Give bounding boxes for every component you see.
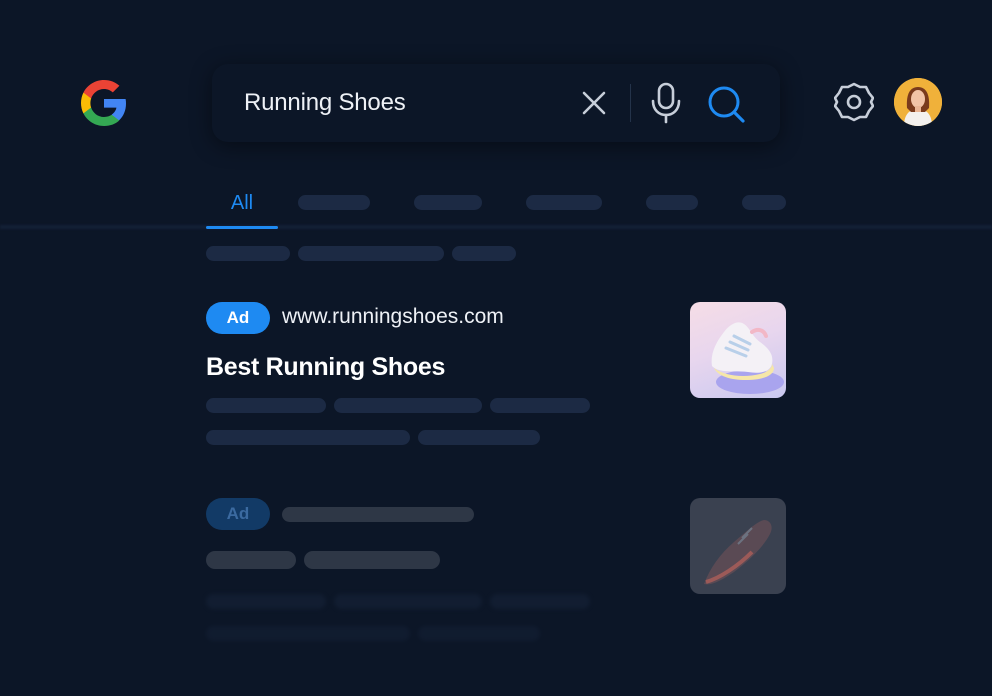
shoe-image-icon — [704, 520, 772, 585]
microphone-icon[interactable] — [648, 82, 684, 124]
user-avatar-icon — [894, 78, 942, 126]
result-url[interactable]: www.runningshoes.com — [282, 304, 504, 330]
avatar[interactable] — [894, 78, 942, 126]
ad-badge: Ad — [206, 302, 270, 334]
tab-placeholder[interactable] — [646, 195, 698, 210]
tab-placeholder[interactable] — [414, 195, 482, 210]
title-placeholder — [304, 551, 440, 569]
snippet-placeholder — [418, 626, 540, 641]
tab-active-indicator — [206, 226, 278, 229]
filter-placeholder — [298, 246, 444, 261]
result-title[interactable]: Best Running Shoes — [206, 352, 445, 382]
search-divider — [630, 84, 631, 122]
snippet-placeholder — [490, 594, 590, 609]
tab-all[interactable]: All — [206, 190, 278, 230]
result-thumbnail[interactable] — [690, 498, 786, 594]
search-icon[interactable] — [706, 84, 746, 124]
google-logo-icon[interactable] — [80, 79, 128, 127]
snippet-placeholder — [418, 430, 540, 445]
tab-placeholder[interactable] — [298, 195, 370, 210]
result-thumbnail[interactable] — [690, 302, 786, 398]
snippet-placeholder — [334, 398, 482, 413]
tab-placeholder[interactable] — [742, 195, 786, 210]
tab-placeholder[interactable] — [526, 195, 602, 210]
gear-icon[interactable] — [834, 80, 874, 124]
tab-separator — [0, 225, 992, 229]
snippet-placeholder — [206, 430, 410, 445]
search-input[interactable]: Running Shoes — [244, 88, 406, 118]
title-placeholder — [206, 551, 296, 569]
ad-badge: Ad — [206, 498, 270, 530]
close-icon[interactable] — [580, 89, 608, 117]
filter-placeholder — [206, 246, 290, 261]
snippet-placeholder — [206, 626, 410, 641]
snippet-placeholder — [334, 594, 482, 609]
filter-placeholder — [452, 246, 516, 261]
url-placeholder — [282, 507, 474, 522]
shoe-image-icon — [711, 322, 784, 394]
snippet-placeholder — [206, 594, 326, 609]
snippet-placeholder — [490, 398, 590, 413]
snippet-placeholder — [206, 398, 326, 413]
